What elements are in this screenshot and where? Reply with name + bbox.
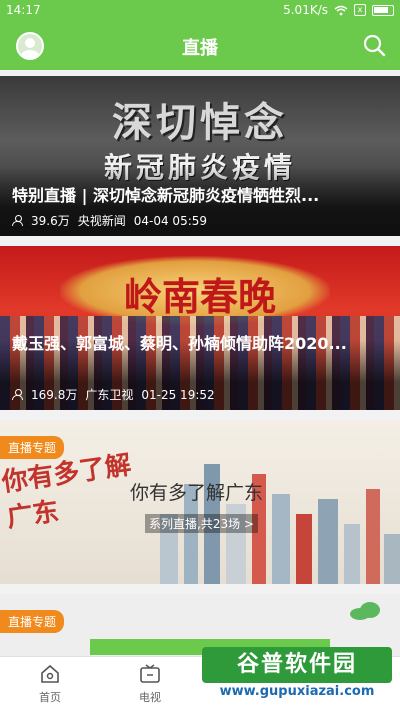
tab-tv[interactable]: 电视 xyxy=(120,663,180,705)
series-link[interactable]: 系列直播,共23场 > xyxy=(145,514,258,533)
tab-home[interactable]: 首页 xyxy=(20,663,80,705)
tab-tv-label: 电视 xyxy=(139,691,161,704)
notification-x-icon: x xyxy=(354,4,366,16)
status-time: 14:17 xyxy=(6,3,41,17)
card-image-text: 深切悼念 xyxy=(112,99,288,146)
watermark-url: www.gupuxiazai.com xyxy=(202,683,392,701)
card-title: 戴玉强、郭富城、蔡明、孙楠倾情助阵2020... xyxy=(12,334,347,353)
card-meta: 169.8万 广东卫视 01-25 19:52 xyxy=(12,386,215,403)
viewers-icon xyxy=(12,389,23,400)
cloud-icon xyxy=(350,602,380,620)
live-card[interactable]: 岭南春晚 戴玉强、郭富城、蔡明、孙楠倾情助阵2020... 169.8万 广东卫… xyxy=(0,246,400,410)
tv-icon xyxy=(140,664,160,683)
tab-home-label: 首页 xyxy=(39,691,61,704)
card-image-text: 岭南春晚 xyxy=(123,274,276,319)
search-icon[interactable] xyxy=(362,33,386,57)
network-speed: 5.01K/s xyxy=(283,3,328,17)
page-title: 直播 xyxy=(182,38,218,59)
card-channel: 广东卫视 xyxy=(85,388,134,402)
topic-tag: 直播专题 xyxy=(0,436,65,459)
card-time: 01-25 19:52 xyxy=(141,387,215,402)
watermark-logo: 谷普软件园 xyxy=(202,647,392,683)
card-channel: 央视新闻 xyxy=(77,214,126,228)
card-views: 169.8万 xyxy=(31,388,78,402)
watermark: 谷普软件园 www.gupuxiazai.com xyxy=(202,647,392,703)
topic-headline: 你有多了解广东 xyxy=(130,482,264,504)
home-icon xyxy=(41,664,59,683)
wifi-icon xyxy=(334,5,348,15)
topic-card[interactable]: 直播专题 你有多了解广东 你有多了解广东 系列直播,共23场 > xyxy=(0,420,400,584)
card-title: 特别直播 | 深切悼念新冠肺炎疫情牺牲烈... xyxy=(12,186,320,205)
status-bar: 14:17 5.01K/s x xyxy=(0,0,400,22)
topic-logo: 你有多了解广东 xyxy=(0,450,133,534)
app-header: 直播 xyxy=(0,22,400,70)
battery-icon xyxy=(372,4,394,16)
viewers-icon xyxy=(12,215,23,226)
status-icons: 5.01K/s x xyxy=(283,3,394,17)
live-card[interactable]: 深切悼念 新冠肺炎疫情 特别直播 | 深切悼念新冠肺炎疫情牺牲烈... 39.6… xyxy=(0,76,400,236)
card-time: 04-04 05:59 xyxy=(133,213,208,228)
card-meta: 39.6万 央视新闻 04-04 05:59 xyxy=(12,212,207,229)
topic-tag: 直播专题 xyxy=(0,610,65,633)
card-views: 39.6万 xyxy=(31,214,70,228)
